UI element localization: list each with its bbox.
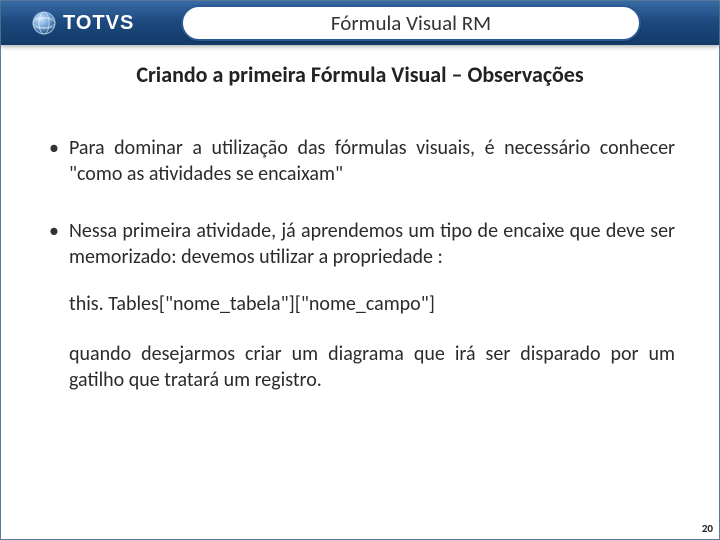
slide: TOTVS Fórmula Visual RM Criando a primei… [0,0,720,540]
tail-paragraph: quando desejarmos criar um diagrama que … [69,342,675,393]
code-example-line: this. Tables["nome_tabela"]["nome_campo"… [69,292,675,318]
brand-text: TOTVS [63,12,134,35]
slide-title-pill: Fórmula Visual RM [181,5,641,41]
indent-block: this. Tables["nome_tabela"]["nome_campo"… [45,292,675,393]
bullet-item: Nessa primeira atividade, já aprendemos … [45,219,675,270]
globe-icon [31,10,57,36]
bullet-item: Para dominar a utilização das fórmulas v… [45,136,675,187]
header-bar: TOTVS Fórmula Visual RM [1,1,719,45]
brand-logo: TOTVS [31,7,134,39]
slide-title: Fórmula Visual RM [331,10,491,36]
slide-body: Para dominar a utilização das fórmulas v… [45,136,675,417]
page-number: 20 [702,522,713,535]
slide-subtitle: Criando a primeira Fórmula Visual – Obse… [1,61,719,88]
